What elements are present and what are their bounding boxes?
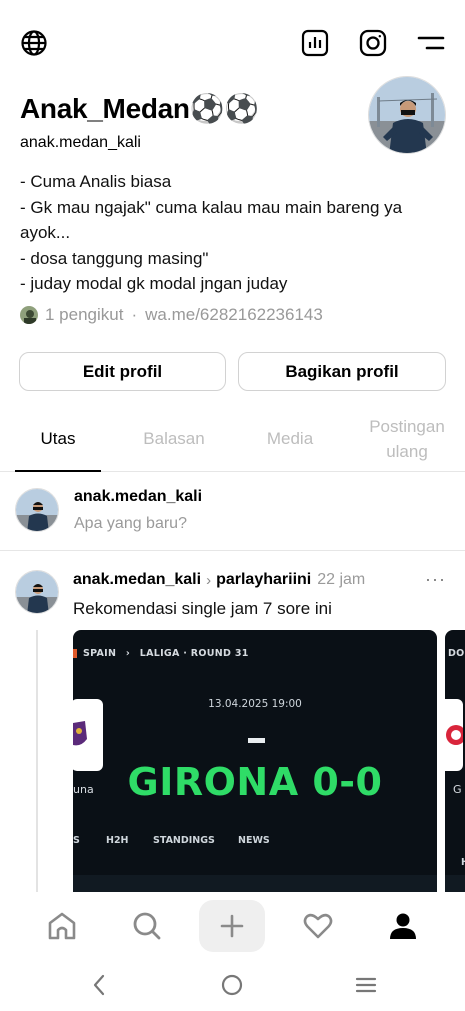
home-icon[interactable]	[29, 900, 95, 952]
avatar	[15, 488, 59, 532]
thread-post[interactable]: anak.medan_kali › parlayhariini 22 jam ·…	[0, 552, 465, 892]
card-footer	[445, 875, 465, 892]
post-author[interactable]: anak.medan_kali	[73, 571, 201, 589]
more-options-icon[interactable]: ···	[425, 569, 446, 590]
insights-icon[interactable]	[300, 28, 330, 58]
instagram-icon[interactable]	[358, 28, 388, 58]
new-thread-composer[interactable]: anak.medan_kali Apa yang baru?	[0, 473, 465, 551]
profile-link[interactable]: wa.me/6282162236143	[145, 305, 323, 325]
composer-username: anak.medan_kali	[74, 488, 203, 505]
match-tab: NEWS	[238, 835, 270, 846]
post-time: 22 jam	[317, 571, 366, 588]
match-date: 13.04.2025 19:00	[208, 698, 302, 710]
bio-line: - dosa tanggung masing"	[20, 248, 209, 268]
profile-handle: anak.medan_kali	[20, 134, 141, 151]
match-tabs: H	[445, 835, 465, 868]
match-score: GIRONA 0-0	[127, 760, 383, 804]
tab-reposts[interactable]: Postingan ulang	[352, 405, 462, 472]
bio-line: - Cuma Analis biasa	[20, 172, 172, 191]
card-footer	[73, 875, 437, 892]
profile-bio: - Cuma Analis biasa - Gk mau ngajak" cum…	[20, 169, 430, 297]
match-tab: STANDINGS	[153, 835, 215, 846]
edit-profile-button[interactable]: Edit profil	[19, 352, 226, 391]
menu-icon[interactable]	[416, 28, 446, 58]
profile-display-name: Anak_Medan⚽⚽	[20, 93, 259, 124]
meta-separator: ·	[131, 305, 138, 324]
composer-placeholder[interactable]: Apa yang baru?	[74, 515, 187, 533]
post-image[interactable]: DO G H	[445, 630, 465, 892]
follower-avatar[interactable]	[19, 305, 39, 325]
breadcrumb-country: SPAIN	[83, 648, 117, 659]
active-tab-indicator	[15, 470, 101, 472]
match-tab: H	[461, 857, 465, 868]
heart-icon[interactable]	[285, 900, 351, 952]
home-circle-icon[interactable]	[212, 970, 252, 1000]
match-tab: S	[73, 835, 80, 846]
followers-count[interactable]: 1 pengikut	[45, 305, 123, 325]
match-breadcrumb: SPAIN › LALIGA · ROUND 31	[73, 648, 249, 659]
tab-media[interactable]: Media	[245, 405, 335, 472]
match-tab: H2H	[106, 835, 129, 846]
profile-meta: 1 pengikut · wa.me/6282162236143	[19, 305, 323, 325]
plus-icon[interactable]	[199, 900, 265, 952]
share-profile-button[interactable]: Bagikan profil	[238, 352, 446, 391]
system-nav-bar	[0, 960, 465, 1011]
match-tabs: S H2H STANDINGS NEWS	[73, 835, 437, 849]
tab-replies[interactable]: Balasan	[126, 405, 222, 472]
thread-line	[36, 630, 38, 892]
away-team-logo	[445, 699, 465, 771]
bio-line: - juday modal gk modal jngan juday	[20, 274, 288, 293]
top-bar	[0, 0, 465, 80]
avatar[interactable]	[15, 570, 59, 614]
back-icon[interactable]	[79, 970, 119, 1000]
profile-icon[interactable]	[370, 900, 436, 952]
post-image[interactable]: SPAIN › LALIGA · ROUND 31 13.04.2025 19:…	[73, 630, 437, 892]
recents-icon[interactable]	[346, 970, 386, 1000]
score-separator	[248, 738, 265, 743]
tab-threads[interactable]: Utas	[15, 405, 101, 472]
avatar[interactable]	[368, 76, 446, 154]
post-text: Rekomendasi single jam 7 sore ini	[73, 599, 332, 618]
bottom-nav	[0, 892, 465, 960]
profile-tabs: Utas Balasan Media Postingan ulang	[0, 405, 465, 472]
away-team-name: G	[453, 783, 462, 796]
post-header: anak.medan_kali › parlayhariini 22 jam	[73, 571, 365, 589]
search-icon[interactable]	[114, 900, 180, 952]
breadcrumb-league: LALIGA · ROUND 31	[139, 648, 249, 659]
chevron-right-icon: ›	[206, 571, 212, 589]
breadcrumb-separator: ›	[125, 648, 131, 659]
bio-line: - Gk mau ngajak" cuma kalau mau main bar…	[20, 197, 407, 243]
globe-icon[interactable]	[19, 28, 49, 58]
breadcrumb-country: DO	[448, 648, 465, 659]
post-community[interactable]: parlayhariini	[216, 571, 311, 589]
